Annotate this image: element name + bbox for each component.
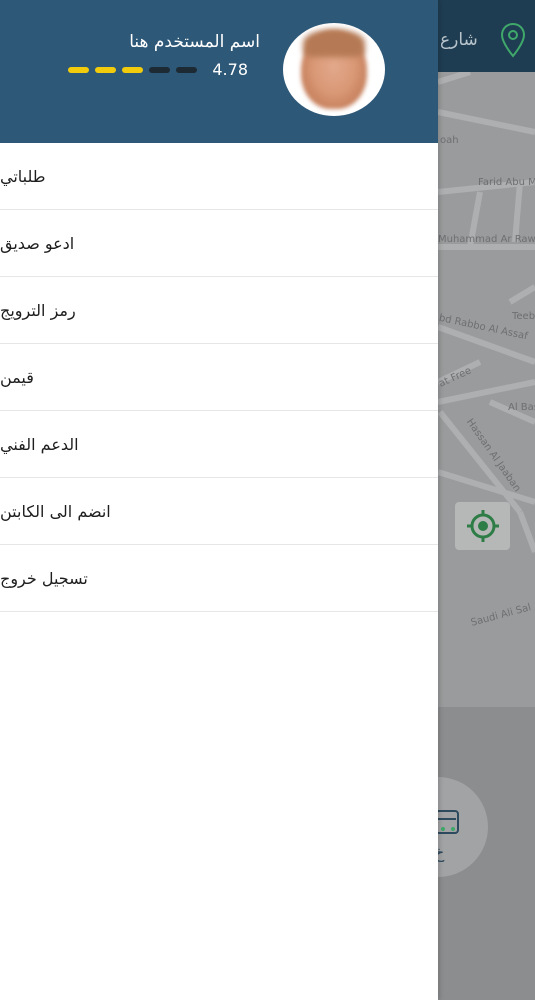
rating-dash <box>149 67 170 73</box>
rating-indicator <box>68 67 197 73</box>
map-label: Teeb <box>512 311 535 322</box>
map-label: Muhammad Ar Raw <box>438 234 535 245</box>
menu-item-label: ادعو صديق <box>0 233 75 253</box>
menu-item-join-captain[interactable]: انضم الى الكابتن <box>0 478 438 545</box>
street-label: شارع <box>440 30 478 50</box>
rating-dash <box>176 67 197 73</box>
menu-item-rate[interactable]: قيمن <box>0 344 438 411</box>
menu-item-label: طلباتي <box>0 166 46 186</box>
menu-item-label: قيمن <box>0 367 34 387</box>
map-label: oah <box>440 135 459 146</box>
rating-dash <box>68 67 89 73</box>
crosshair-icon <box>466 510 499 542</box>
username: اسم المستخدم هنا <box>129 32 260 52</box>
map-label: Farid Abu M <box>478 177 535 188</box>
drawer-menu: طلباتي ادعو صديق رمز الترويج قيمن الدعم … <box>0 143 438 612</box>
navigation-drawer: اسم المستخدم هنا 4.78 طلباتي ادعو صديق ر… <box>0 0 438 1000</box>
menu-item-label: تسجيل خروج <box>0 568 88 588</box>
menu-item-promo-code[interactable]: رمز الترويج <box>0 277 438 344</box>
map-label: Al Bas <box>508 402 535 413</box>
my-location-button[interactable] <box>455 502 510 550</box>
menu-item-my-orders[interactable]: طلباتي <box>0 143 438 210</box>
location-pin-icon[interactable] <box>500 22 526 62</box>
rating-value: 4.78 <box>212 60 248 79</box>
menu-item-label: الدعم الفني <box>0 434 79 454</box>
menu-item-label: انضم الى الكابتن <box>0 501 111 521</box>
menu-item-label: رمز الترويج <box>0 300 76 320</box>
menu-item-logout[interactable]: تسجيل خروج <box>0 545 438 612</box>
avatar-hair <box>303 29 365 57</box>
drawer-header: اسم المستخدم هنا 4.78 <box>0 0 438 143</box>
avatar[interactable] <box>283 23 385 116</box>
menu-item-invite-friend[interactable]: ادعو صديق <box>0 210 438 277</box>
rating-dash <box>95 67 116 73</box>
rating-dash <box>122 67 143 73</box>
menu-item-support[interactable]: الدعم الفني <box>0 411 438 478</box>
